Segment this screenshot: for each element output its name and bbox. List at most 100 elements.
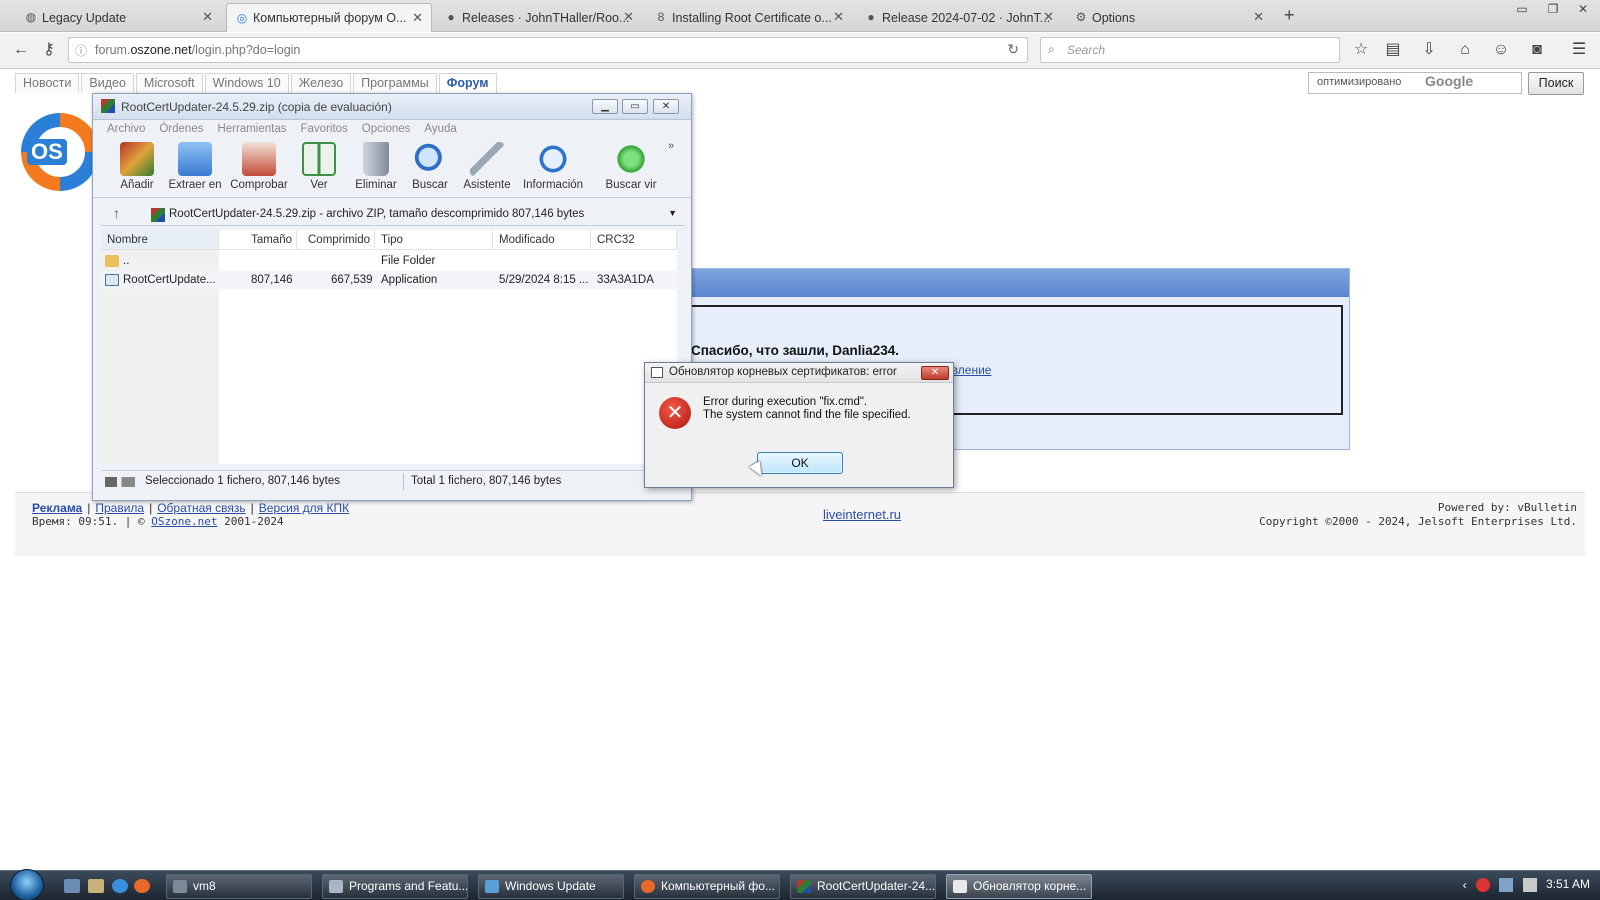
close-window-button[interactable]: ✕ [1570,2,1596,19]
site-nav-hardware[interactable]: Железо [290,73,352,93]
dialog-close-button[interactable]: ✕ [921,366,949,380]
new-tab-button[interactable]: + [1284,5,1295,26]
winrar-title-bar[interactable]: RootCertUpdater-24.5.29.zip (copia de ev… [93,94,691,120]
col-header-packed[interactable]: Comprimido [297,230,375,250]
site-nav-forum[interactable]: Форум [438,73,497,93]
home-icon[interactable]: ⌂ [1454,41,1476,59]
security-alert-icon[interactable] [1475,877,1490,892]
taskbar-item-vm8[interactable]: vm8 [166,874,312,899]
info-button[interactable]: Información [521,142,585,196]
footer-link-ads[interactable]: Реклама [32,501,82,515]
show-desktop-icon[interactable] [64,879,80,893]
download-icon[interactable]: ⇩ [1418,41,1440,59]
wizard-button[interactable]: Asistente [455,142,519,196]
taskbar-item-cert-updater[interactable]: Обновлятор корне... [946,874,1092,899]
error-message-line2: The system cannot find the file specifie… [703,409,911,421]
taskbar-item-winrar[interactable]: RootCertUpdater-24... [790,874,936,899]
menu-archivo[interactable]: Archivo [107,121,145,139]
menu-ayuda[interactable]: Ayuda [424,121,456,139]
col-header-type[interactable]: Tipo [375,230,493,250]
info-icon[interactable]: ⓘ [75,42,87,59]
winrar-close-button[interactable]: ✕ [653,99,679,114]
chevron-down-icon[interactable]: ▼ [668,208,677,218]
site-nav-windows10[interactable]: Windows 10 [204,73,289,93]
table-row[interactable]: .. File Folder [101,252,677,270]
restore-window-button[interactable]: ❐ [1540,2,1566,19]
view-button[interactable]: Ver [287,142,351,196]
key-icon[interactable]: ⚷ [38,41,60,59]
volume-icon[interactable] [1522,877,1537,892]
google-search-input[interactable]: оптимизировано Google [1308,72,1522,94]
control-panel-icon [329,880,343,893]
ok-button[interactable]: OK [757,452,843,474]
bookmark-star-icon[interactable]: ☆ [1350,41,1372,59]
tab-legacy-update[interactable]: ◍ Legacy Update ✕ [16,3,221,32]
toolbar-overflow-icon[interactable]: » [668,140,674,152]
col-header-size[interactable]: Tamaño [219,230,297,250]
footer-site-link[interactable]: OSzone.net [151,515,217,528]
col-header-name[interactable]: Nombre [101,230,219,250]
site-nav-video[interactable]: Видео [81,73,134,93]
back-arrow-icon[interactable]: ← [10,41,32,59]
close-tab-icon[interactable]: ✕ [1253,10,1264,24]
close-tab-icon[interactable]: ✕ [833,10,844,24]
menu-opciones[interactable]: Opciones [362,121,411,139]
taskbar-item-firefox[interactable]: Компьютерный фо... [634,874,780,899]
site-nav-news[interactable]: Новости [15,73,80,93]
dialog-title-bar[interactable]: Обновлятор корневых сертификатов: error … [645,363,953,383]
col-header-modified[interactable]: Modificado [493,230,591,250]
footer-link-pda[interactable]: Версия для КПК [259,501,349,515]
reload-icon[interactable]: ↻ [1007,41,1019,58]
clock[interactable]: 3:51 AM [1546,877,1590,891]
winrar-maximize-button[interactable]: ▭ [622,99,648,114]
menu-favoritos[interactable]: Favoritos [301,121,348,139]
network-icon[interactable] [1499,877,1514,892]
tab-options[interactable]: ⚙ Options ✕ [1066,3,1272,32]
menu-herramientas[interactable]: Herramientas [217,121,286,139]
extract-to-button[interactable]: Extraer en [163,142,227,196]
ie-icon[interactable] [112,879,128,893]
winrar-minimize-button[interactable]: ▁ [592,99,618,114]
virus-scan-button[interactable]: Buscar vir [599,142,663,196]
chat-icon[interactable]: ☺ [1490,41,1512,59]
test-button[interactable]: Comprobar [227,142,291,196]
close-tab-icon[interactable]: ✕ [202,10,213,24]
footer-link-rules[interactable]: Правила [95,501,144,515]
col-header-crc[interactable]: CRC32 [591,230,677,250]
liveinternet-link[interactable]: liveinternet.ru [823,507,901,522]
find-button[interactable]: Buscar [398,142,462,196]
footer-link-feedback[interactable]: Обратная связь [157,501,245,515]
url-bar[interactable]: ⓘ forum.oszone.net/login.php?do=login ↻ [68,37,1028,63]
tab-release-2024[interactable]: ● Release 2024-07-02 · JohnT... ✕ [856,3,1062,32]
taskbar-item-windows-update[interactable]: Windows Update [478,874,624,899]
explorer-icon[interactable] [88,879,104,893]
taskbar-item-programs[interactable]: Programs and Featu... [322,874,468,899]
winrar-title: RootCertUpdater-24.5.29.zip (copia de ev… [121,100,392,114]
tab-releases-roo[interactable]: ● Releases · JohnTHaller/Roo... ✕ [436,3,642,32]
start-button[interactable] [10,869,44,900]
tab-installing-root-certificate[interactable]: 8 Installing Root Certificate o... ✕ [646,3,852,32]
site-nav-microsoft[interactable]: Microsoft [135,73,203,93]
menu-ordenes[interactable]: Órdenes [159,121,203,139]
site-nav-programs[interactable]: Программы [353,73,437,93]
copyright-text: Copyright ©2000 - 2024, Jelsoft Enterpri… [1259,515,1577,528]
minimize-window-button[interactable]: ▭ [1509,2,1535,19]
search-input[interactable]: ⌕ Search [1040,37,1340,63]
bookmarks-list-icon[interactable]: ▤ [1382,41,1404,59]
table-row[interactable]: RootCertUpdate... 807,146 667,539 Applic… [101,271,677,289]
add-button[interactable]: Añadir [105,142,169,196]
search-button[interactable]: Поиск [1528,72,1584,95]
close-tab-icon[interactable]: ✕ [412,11,423,25]
menu-icon[interactable]: ☰ [1568,41,1590,59]
oszone-logo[interactable]: OS [21,113,99,191]
close-tab-icon[interactable]: ✕ [1043,10,1054,24]
pocket-icon[interactable]: ◙ [1526,41,1548,59]
archive-path-dropdown[interactable]: RootCertUpdater-24.5.29.zip - archivo ZI… [147,205,679,225]
close-tab-icon[interactable]: ✕ [623,10,634,24]
url-text[interactable]: forum.oszone.net/login.php?do=login [95,43,300,57]
tab-title: Options [1092,10,1136,25]
up-folder-icon[interactable]: ↑ [113,205,120,221]
firefox-icon[interactable] [134,879,150,893]
tab-oszone-forum[interactable]: ◎ Компьютерный форум O... ✕ [226,3,432,32]
tray-chevron-icon[interactable]: ‹ [1463,878,1467,892]
